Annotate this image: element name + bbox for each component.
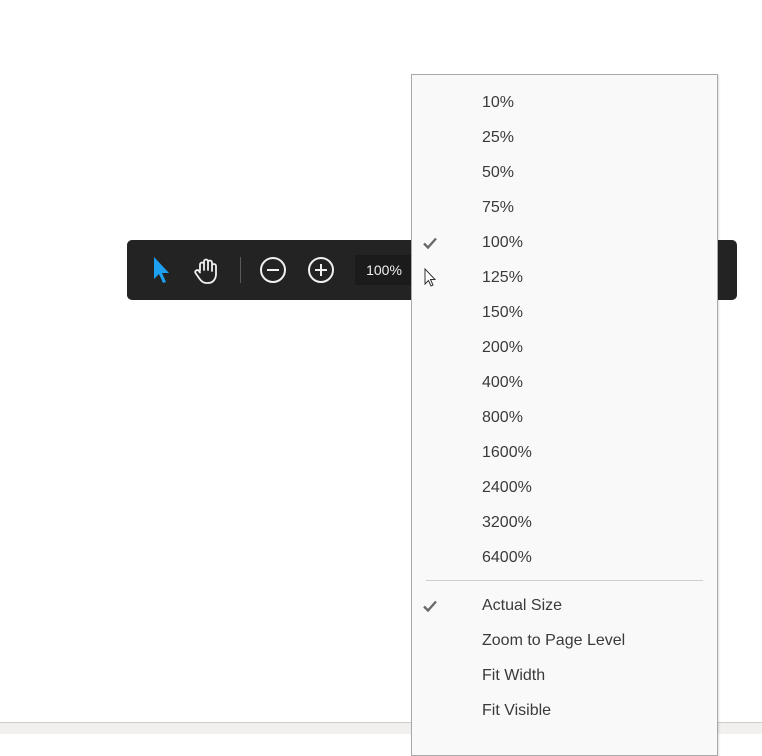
zoom-menu-item[interactable]: 150%	[412, 296, 717, 329]
zoom-out-icon	[260, 257, 286, 283]
fit-visible-menu-item[interactable]: Fit Visible	[412, 694, 717, 727]
checkmark-icon	[423, 600, 437, 613]
zoom-in-icon	[308, 257, 334, 283]
arrow-pointer-icon	[154, 257, 169, 283]
menu-separator	[426, 580, 703, 581]
zoom-value-dropdown[interactable]: 100%	[355, 255, 413, 285]
zoom-menu-item-selected[interactable]: 100%	[412, 226, 717, 259]
zoom-to-page-level-menu-item[interactable]: Zoom to Page Level	[412, 624, 717, 657]
zoom-out-button[interactable]	[257, 254, 289, 286]
actual-size-menu-item[interactable]: Actual Size	[412, 589, 717, 622]
zoom-menu-item[interactable]: 25%	[412, 121, 717, 154]
zoom-menu-item[interactable]: 10%	[412, 86, 717, 119]
zoom-menu-item[interactable]: 50%	[412, 156, 717, 189]
checkmark-icon	[423, 237, 437, 250]
toolbar-divider	[240, 257, 241, 283]
zoom-menu-item[interactable]: 75%	[412, 191, 717, 224]
hand-icon	[194, 258, 217, 284]
zoom-menu-item[interactable]: 6400%	[412, 541, 717, 574]
hand-tool-button[interactable]	[191, 254, 223, 286]
mouse-cursor-icon	[424, 268, 437, 287]
zoom-menu-item[interactable]: 800%	[412, 401, 717, 434]
zoom-menu-item[interactable]: 400%	[412, 366, 717, 399]
fit-width-menu-item[interactable]: Fit Width	[412, 659, 717, 692]
zoom-menu-item[interactable]: 1600%	[412, 436, 717, 469]
zoom-dropdown-menu: 10% 25% 50% 75% 100% 125% 150% 200% 400%…	[411, 74, 718, 756]
zoom-menu-item[interactable]: 3200%	[412, 506, 717, 539]
zoom-in-button[interactable]	[305, 254, 337, 286]
select-tool-button[interactable]	[144, 254, 176, 286]
zoom-menu-item[interactable]: 125%	[412, 261, 717, 294]
zoom-menu-item[interactable]: 200%	[412, 331, 717, 364]
zoom-menu-item[interactable]: 2400%	[412, 471, 717, 504]
